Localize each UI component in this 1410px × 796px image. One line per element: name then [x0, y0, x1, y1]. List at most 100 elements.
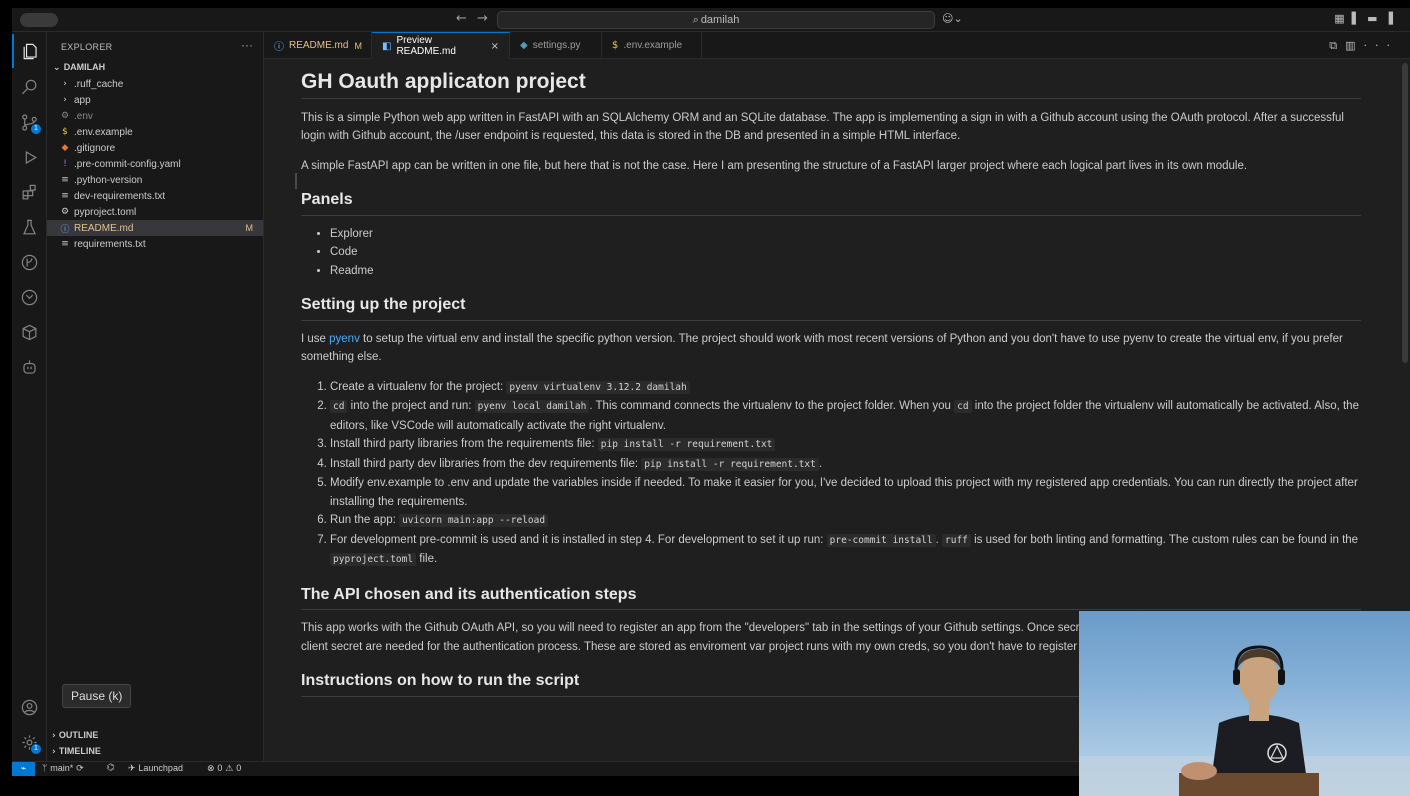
- tree-item-label: .python-version: [74, 174, 143, 186]
- chevron-right-icon: ›: [63, 95, 67, 105]
- presenter-video-frame: [1079, 645, 1410, 796]
- panels-list: Explorer Code Readme: [301, 225, 1361, 281]
- diamond-icon: ◆: [61, 143, 69, 153]
- remote-explorer-icon[interactable]: [12, 280, 47, 314]
- readme-title: GH Oauth applicaton project: [301, 59, 1361, 99]
- tree-item-python-version[interactable]: ≡ .python-version: [47, 172, 263, 188]
- inline-code: ruff: [942, 533, 971, 547]
- setup-heading: Setting up the project: [301, 296, 1361, 321]
- tree-item-label: .gitignore: [74, 142, 116, 154]
- title-bar: ← → ⌕ damilah ☺⌄ ▦▌▬▐: [12, 8, 1410, 32]
- remote-indicator-icon[interactable]: ⌁: [12, 762, 35, 776]
- branch-status[interactable]: ᛘ main* ⟳: [42, 763, 84, 774]
- source-control-badge: 1: [31, 124, 41, 134]
- outline-section[interactable]: › OUTLINE: [52, 730, 98, 741]
- text: Create a virtualenv for the project:: [330, 380, 507, 393]
- tree-item-pre-commit[interactable]: ! .pre-commit-config.yaml: [47, 156, 263, 172]
- list-item: Install third party dev libraries from t…: [330, 455, 1361, 475]
- gear-icon: ⚙: [60, 111, 70, 121]
- tree-item-readme[interactable]: ⓘ README.md M: [47, 220, 263, 236]
- chevron-right-icon: ›: [63, 79, 67, 89]
- git-graph-icon[interactable]: [12, 245, 47, 279]
- source-control-icon[interactable]: 1: [12, 105, 47, 139]
- tree-item-ruff-cache[interactable]: › .ruff_cache: [47, 76, 263, 92]
- tree-item-dev-requirements[interactable]: ≡ dev-requirements.txt: [47, 188, 263, 204]
- search-icon: ⌕: [692, 13, 699, 26]
- account-icon[interactable]: [12, 690, 47, 724]
- graph-icon[interactable]: ⌬: [107, 763, 115, 773]
- tab-label: .env.example: [623, 40, 683, 51]
- tree-item-gitignore[interactable]: ◆ .gitignore: [47, 140, 263, 156]
- info-icon: ⓘ: [60, 224, 70, 235]
- tab-readme[interactable]: ⓘ README.md M: [264, 32, 372, 59]
- command-center-search[interactable]: ⌕ damilah: [497, 11, 935, 29]
- editor-actions-icons[interactable]: ⧉▥···: [1329, 39, 1398, 53]
- focus-indicator: [295, 173, 297, 189]
- list-item: Explorer: [330, 225, 1361, 244]
- list-item: Run the app: uvicorn main:app --reload: [330, 511, 1361, 531]
- outline-label: OUTLINE: [58, 730, 99, 740]
- pause-tooltip: Pause (k): [62, 684, 132, 708]
- list-item: Create a virtualenv for the project: pye…: [330, 378, 1361, 398]
- extensions-icon[interactable]: [12, 175, 47, 209]
- tab-settings[interactable]: ◆ settings.py: [510, 32, 602, 59]
- chevron-right-icon: ›: [52, 747, 59, 757]
- tree-item-env[interactable]: ⚙ .env: [47, 108, 263, 124]
- warning-count: 0: [236, 763, 242, 773]
- tree-item-label: app: [74, 94, 91, 106]
- pyenv-link[interactable]: pyenv: [329, 333, 360, 345]
- manage-gear-icon[interactable]: 1: [12, 725, 47, 759]
- close-icon[interactable]: ×: [491, 41, 499, 52]
- back-arrow-icon[interactable]: ←: [456, 11, 467, 26]
- tree-item-label: requirements.txt: [74, 238, 146, 250]
- list-item: Modify env.example to .env and update th…: [330, 474, 1361, 511]
- tab-label: settings.py: [532, 40, 581, 51]
- editor-scrollbar[interactable]: [1402, 63, 1408, 363]
- dollar-icon: $: [612, 40, 619, 51]
- problems-status[interactable]: ⊗ 0 ⚠ 0: [207, 763, 241, 774]
- tree-item-pyproject[interactable]: ⚙ pyproject.toml: [47, 204, 263, 220]
- list-item: Install third party libraries from the r…: [330, 435, 1361, 455]
- list-item: Code: [330, 243, 1361, 262]
- copilot-icon[interactable]: ☺⌄: [942, 12, 963, 25]
- api-heading: The API chosen and its authentication st…: [301, 586, 1361, 610]
- text: file.: [416, 553, 438, 565]
- tree-item-app[interactable]: › app: [47, 92, 263, 108]
- testing-icon[interactable]: [12, 210, 47, 244]
- tab-preview-readme[interactable]: ◧ Preview README.md ×: [372, 32, 510, 59]
- text: . This command connects the virtualenv t…: [589, 400, 955, 412]
- text: Install third party dev libraries from t…: [330, 457, 642, 470]
- text: into the project and run:: [347, 400, 475, 412]
- editor-tabs: ⓘ README.md M ◧ Preview README.md × ◆ setting…: [264, 32, 1410, 59]
- modified-badge: M: [245, 223, 254, 233]
- inline-code: cd: [330, 400, 348, 413]
- tree-item-label: README.md: [74, 222, 134, 234]
- layout-toggle-icons[interactable]: ▦▌▬▐: [1334, 12, 1400, 25]
- error-icon: ⊗: [207, 764, 218, 774]
- tree-item-requirements[interactable]: ≡ requirements.txt: [47, 236, 263, 252]
- rocket-icon: ✈: [128, 764, 139, 774]
- tree-item-label: .env: [74, 110, 93, 122]
- more-actions-icon[interactable]: ···: [241, 38, 253, 52]
- lines-icon: ≡: [61, 175, 69, 185]
- warning-icon: ⚠: [222, 764, 237, 774]
- containers-icon[interactable]: [12, 315, 47, 349]
- tab-env-example[interactable]: $ .env.example: [602, 32, 702, 59]
- readme-content: GH Oauth applicaton project This is a si…: [301, 59, 1361, 706]
- list-item: cd into the project and run: pyenv local…: [330, 397, 1361, 435]
- run-debug-icon[interactable]: [12, 140, 47, 174]
- forward-arrow-icon[interactable]: →: [477, 11, 488, 26]
- explorer-icon[interactable]: [12, 34, 47, 68]
- launchpad-status[interactable]: ✈ Launchpad: [128, 763, 183, 774]
- timeline-section[interactable]: › TIMELINE: [52, 746, 101, 757]
- tree-item-env-example[interactable]: $ .env.example: [47, 124, 263, 140]
- inline-code: pip install -r requirement.txt: [597, 438, 776, 451]
- search-icon[interactable]: [12, 70, 47, 104]
- copilot-chat-icon[interactable]: [12, 350, 47, 384]
- workspace-folder[interactable]: ⌄ DAMILAH: [53, 62, 105, 73]
- timeline-label: TIMELINE: [58, 746, 101, 756]
- gear-icon: ⚙: [60, 207, 70, 217]
- file-tree: › .ruff_cache › app ⚙ .env $ .env.example ◆.…: [47, 76, 263, 252]
- window-controls[interactable]: [20, 13, 58, 27]
- explorer-title: EXPLORER: [61, 42, 113, 52]
